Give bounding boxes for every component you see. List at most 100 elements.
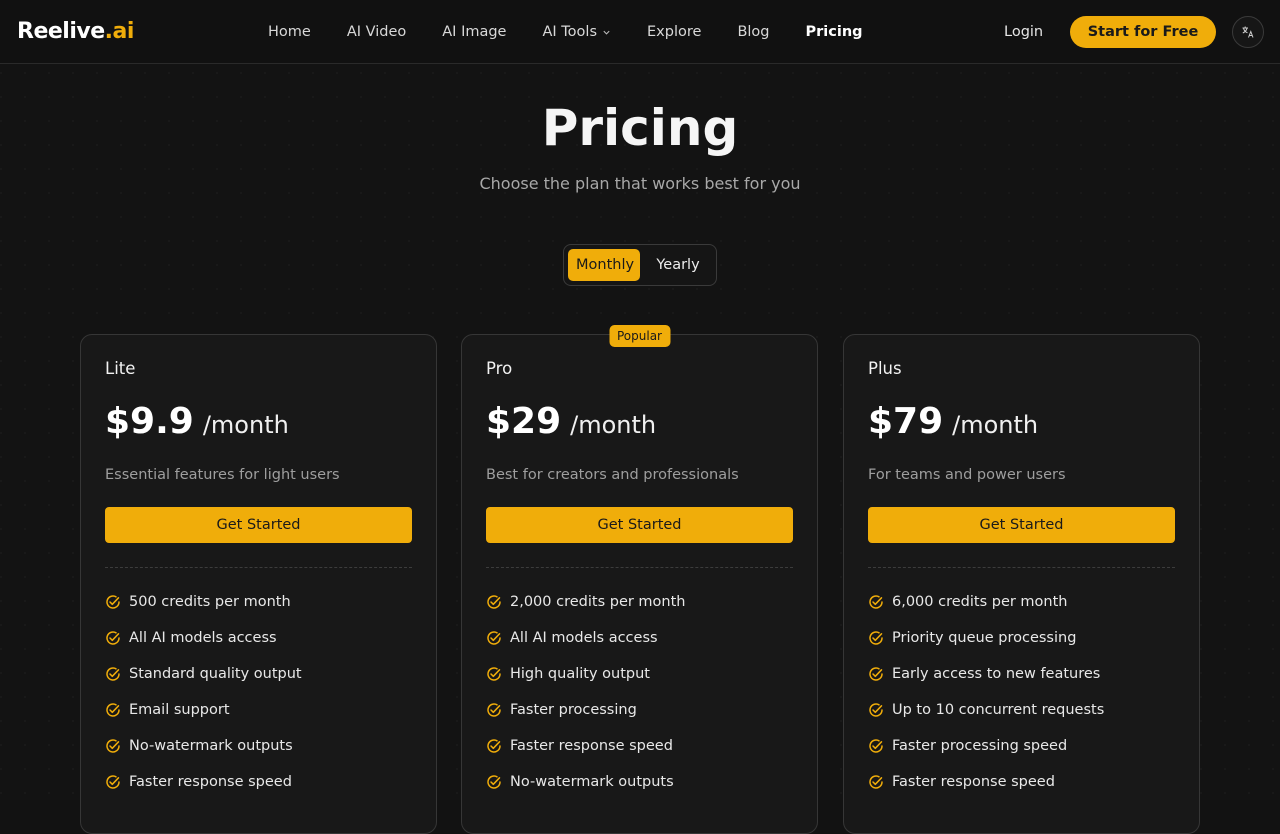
feature-text: Standard quality output (129, 666, 302, 682)
feature-text: Faster processing (510, 702, 637, 718)
feature-text: Early access to new features (892, 666, 1101, 682)
feature-text: 2,000 credits per month (510, 594, 686, 610)
plan-name: Pro (486, 359, 513, 378)
plan-name: Plus (868, 359, 902, 378)
check-circle-icon (106, 595, 120, 609)
plan-price: $29 (486, 401, 562, 442)
check-circle-icon (106, 631, 120, 645)
feature-item: High quality output (486, 656, 793, 692)
feature-item: 500 credits per month (105, 584, 412, 620)
plan-name: Lite (105, 359, 136, 378)
nav-link-pricing[interactable]: Pricing (806, 24, 863, 40)
monthly-toggle-button[interactable]: Monthly (568, 249, 640, 281)
plan-price: $79 (868, 401, 944, 442)
feature-item: Faster response speed (868, 764, 1175, 800)
feature-text: All AI models access (129, 630, 277, 646)
check-circle-icon (869, 631, 883, 645)
nav-link-ai-image[interactable]: AI Image (442, 24, 506, 40)
divider (486, 567, 793, 568)
feature-text: 500 credits per month (129, 594, 291, 610)
nav-link-explore[interactable]: Explore (647, 24, 701, 40)
feature-text: Up to 10 concurrent requests (892, 702, 1105, 718)
divider (868, 567, 1175, 568)
check-circle-icon (869, 667, 883, 681)
chevron-down-icon (603, 30, 610, 35)
feature-text: Faster response speed (129, 774, 292, 790)
popular-badge: Popular (609, 325, 670, 347)
feature-list: 6,000 credits per month Priority queue p… (868, 584, 1175, 800)
plan-period: /month (570, 411, 657, 439)
nav-link-ai-tools-label: AI Tools (542, 24, 598, 40)
login-link[interactable]: Login (1004, 22, 1043, 42)
nav-link-ai-tools[interactable]: AI Tools (542, 24, 611, 40)
plan-price: $9.9 (105, 401, 194, 442)
feature-text: Faster processing speed (892, 738, 1068, 754)
start-for-free-button[interactable]: Start for Free (1070, 16, 1216, 48)
feature-item: Faster response speed (486, 728, 793, 764)
feature-item: Up to 10 concurrent requests (868, 692, 1175, 728)
translate-icon (1242, 26, 1254, 38)
feature-text: 6,000 credits per month (892, 594, 1068, 610)
check-circle-icon (106, 703, 120, 717)
price-row: $79 /month (868, 400, 1175, 446)
feature-text: Faster response speed (892, 774, 1055, 790)
plan-description: Best for creators and professionals (486, 467, 739, 483)
logo-text: Reelive (17, 19, 105, 44)
feature-text: High quality output (510, 666, 650, 682)
plan-card-plus: Plus $79 /month For teams and power user… (843, 334, 1200, 834)
check-circle-icon (487, 595, 501, 609)
check-circle-icon (487, 703, 501, 717)
check-circle-icon (869, 595, 883, 609)
billing-toggle: Monthly Yearly (563, 244, 717, 286)
logo[interactable]: Reelive.ai (17, 17, 134, 47)
feature-item: Early access to new features (868, 656, 1175, 692)
plan-period: /month (952, 411, 1039, 439)
nav-link-ai-video[interactable]: AI Video (347, 24, 406, 40)
feature-list: 2,000 credits per month All AI models ac… (486, 584, 793, 800)
check-circle-icon (487, 631, 501, 645)
feature-item: No-watermark outputs (105, 728, 412, 764)
language-button[interactable] (1232, 16, 1264, 48)
feature-item: Email support (105, 692, 412, 728)
check-circle-icon (869, 775, 883, 789)
feature-item: All AI models access (105, 620, 412, 656)
check-circle-icon (106, 739, 120, 753)
divider (105, 567, 412, 568)
plan-period: /month (202, 411, 289, 439)
feature-text: All AI models access (510, 630, 658, 646)
check-circle-icon (487, 739, 501, 753)
logo-accent: .ai (104, 19, 135, 44)
feature-item: Priority queue processing (868, 620, 1175, 656)
page-title: Pricing (541, 99, 739, 157)
feature-item: 6,000 credits per month (868, 584, 1175, 620)
get-started-button-lite[interactable]: Get Started (105, 507, 412, 543)
check-circle-icon (869, 739, 883, 753)
feature-item: No-watermark outputs (486, 764, 793, 800)
check-circle-icon (106, 775, 120, 789)
feature-item: Faster response speed (105, 764, 412, 800)
nav-link-blog[interactable]: Blog (737, 24, 769, 40)
plan-card-pro: Popular Pro $29 /month Best for creators… (461, 325, 818, 834)
feature-text: Priority queue processing (892, 630, 1077, 646)
yearly-toggle-button[interactable]: Yearly (644, 249, 712, 281)
check-circle-icon (487, 667, 501, 681)
feature-list: 500 credits per month All AI models acce… (105, 584, 412, 800)
top-navbar: Reelive.ai Home AI Video AI Image AI Too… (0, 0, 1280, 64)
plan-card-lite: Lite $9.9 /month Essential features for … (80, 334, 437, 834)
feature-item: Faster processing (486, 692, 793, 728)
feature-text: No-watermark outputs (129, 738, 293, 754)
feature-item: Faster processing speed (868, 728, 1175, 764)
price-row: $9.9 /month (105, 400, 412, 446)
get-started-button-plus[interactable]: Get Started (868, 507, 1175, 543)
feature-text: No-watermark outputs (510, 774, 674, 790)
check-circle-icon (487, 775, 501, 789)
price-row: $29 /month (486, 400, 793, 446)
plan-description: Essential features for light users (105, 467, 340, 483)
feature-item: Standard quality output (105, 656, 412, 692)
get-started-button-pro[interactable]: Get Started (486, 507, 793, 543)
nav-link-home[interactable]: Home (268, 24, 311, 40)
feature-text: Email support (129, 702, 230, 718)
nav-links: Home AI Video AI Image AI Tools Explore … (268, 0, 899, 64)
plan-description: For teams and power users (868, 467, 1066, 483)
check-circle-icon (106, 667, 120, 681)
